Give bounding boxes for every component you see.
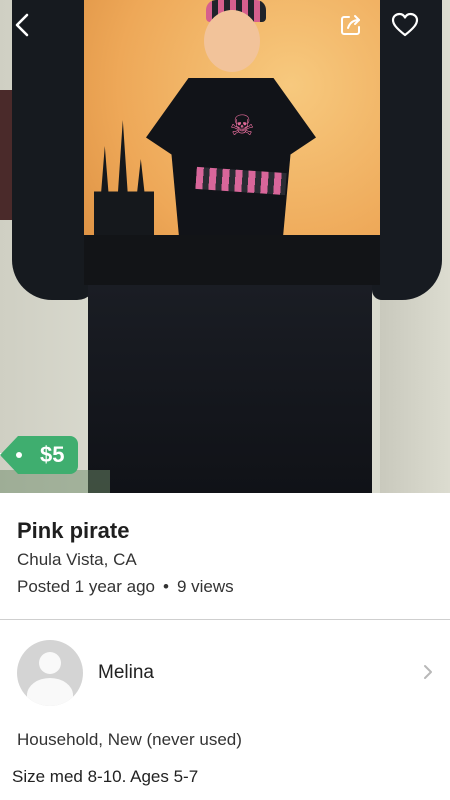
share-button[interactable] (336, 10, 366, 40)
price-badge: $5 (0, 436, 79, 474)
heart-icon (391, 12, 419, 37)
skull-crossbones-print: ☠ (229, 110, 255, 141)
listing-location: Chula Vista, CA (17, 550, 137, 569)
view-count: 9 views (176, 577, 234, 596)
chevron-left-icon (15, 13, 29, 37)
avatar (17, 640, 83, 706)
posted-time: Posted 1 year ago (17, 577, 155, 596)
package-ground (84, 235, 380, 285)
chevron-right-icon (424, 665, 432, 679)
back-button[interactable] (8, 10, 38, 40)
favorite-button[interactable] (390, 10, 420, 40)
model-face (204, 10, 260, 72)
seller-row[interactable]: Melina (0, 640, 450, 708)
listing-photo[interactable]: ☠ $5 (0, 0, 450, 493)
costume-package: ☠ (84, 0, 380, 285)
price-tag-hole (16, 452, 22, 458)
listing-description: Size med 8-10. Ages 5-7 (12, 767, 199, 786)
section-divider (0, 619, 450, 620)
share-icon (341, 15, 360, 35)
meta-separator: • (162, 577, 169, 596)
price-label: $5 (40, 442, 65, 467)
listing-title: Pink pirate (17, 518, 130, 543)
costume-sleeve-right (372, 0, 442, 300)
costume-pants (88, 285, 372, 493)
listing-condition: Household, New (never used) (17, 730, 242, 749)
seller-name: Melina (98, 662, 154, 683)
listing-meta: Posted 1 year ago • 9 views (17, 577, 234, 597)
